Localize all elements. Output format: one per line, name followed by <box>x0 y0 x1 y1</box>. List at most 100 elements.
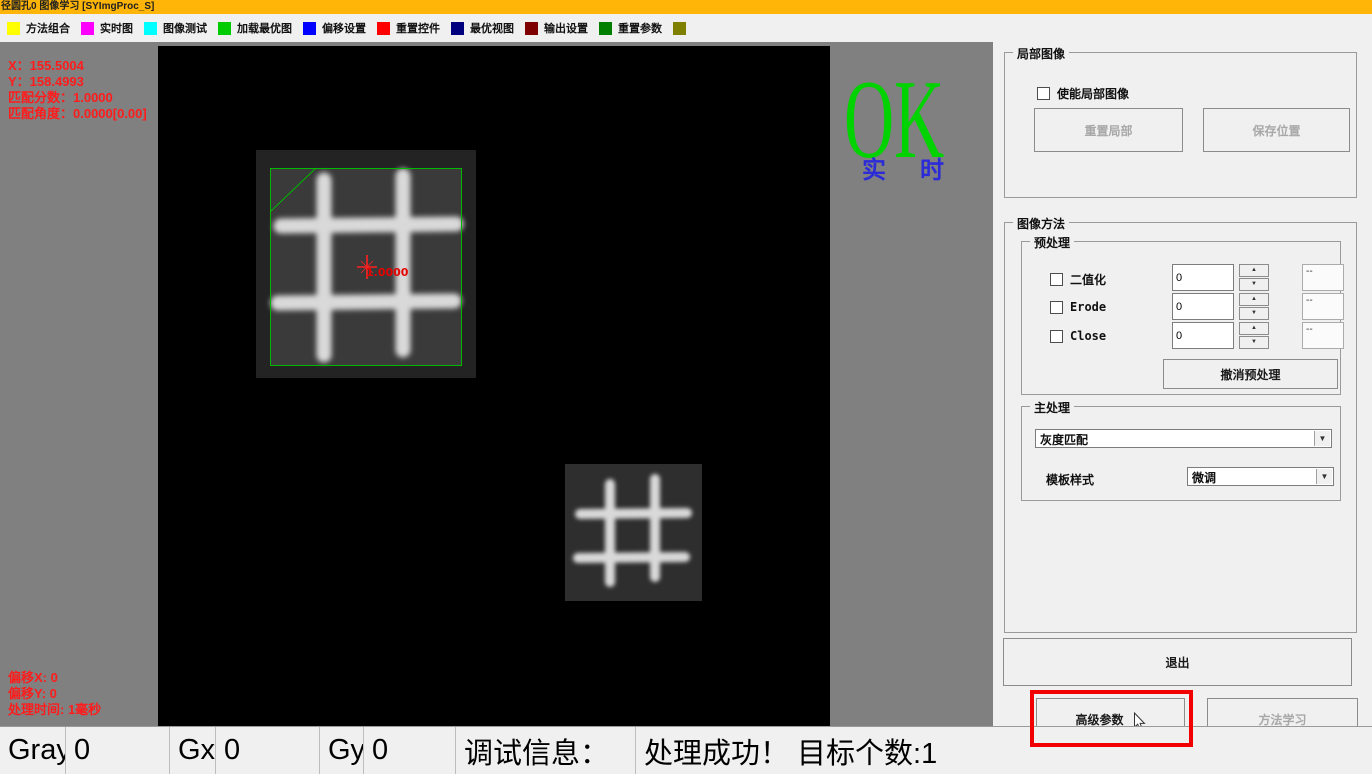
green-swatch-icon <box>218 22 231 35</box>
template-style-select[interactable]: 微调 ▼ <box>1187 467 1334 486</box>
image-canvas: 1.0000 X：155.5004 Y：158.4993 匹配分数：1.0000… <box>0 42 993 726</box>
erode-checkbox[interactable] <box>1050 301 1063 314</box>
toolbar-item-output-settings[interactable]: 输出设置 <box>525 20 588 36</box>
maroon-swatch-icon <box>525 22 538 35</box>
local-image-group-title: 局部图像 <box>1013 45 1069 62</box>
toolbar-item-image-test[interactable]: 图像测试 <box>144 20 207 36</box>
erode-spinner: ▲ ▼ <box>1239 293 1269 320</box>
cyan-swatch-icon <box>144 22 157 35</box>
save-position-button: 保存位置 <box>1203 108 1350 152</box>
hash-pattern-small <box>565 464 702 601</box>
advanced-params-button-label: 高级参数 <box>1075 711 1123 728</box>
close-spinner: ▲ ▼ <box>1239 322 1269 349</box>
template-match-region: 1.0000 <box>256 150 476 378</box>
toolbar-item-load-best-image[interactable]: 加载最优图 <box>218 20 292 36</box>
navy-swatch-icon <box>451 22 464 35</box>
spin-down-button[interactable]: ▼ <box>1239 336 1269 349</box>
match-score-label: 1.0000 <box>366 266 408 279</box>
spin-down-button[interactable]: ▼ <box>1239 278 1269 291</box>
olive-swatch-icon <box>673 22 686 35</box>
binarize-checkbox[interactable] <box>1050 273 1063 286</box>
status-debug-label: 调试信息： <box>456 727 636 774</box>
close-extra-field: -- <box>1302 322 1344 349</box>
window-title-bar: 径圆孔0 图像学习 [SYImgProc_S] <box>0 0 1372 14</box>
binarize-label: 二值化 <box>1070 271 1106 288</box>
toolbar-item-label: 加载最优图 <box>237 20 292 36</box>
blue-swatch-icon <box>303 22 316 35</box>
erode-extra-field: -- <box>1302 293 1344 320</box>
dark-green-swatch-icon <box>599 22 612 35</box>
enable-local-image-label: 使能局部图像 <box>1057 85 1129 102</box>
status-gray-value: 0 <box>66 727 170 774</box>
exit-button[interactable]: 退出 <box>1003 638 1352 686</box>
preprocess-group: 预处理 二值化 ▲ ▼ -- Erode <box>1021 241 1341 395</box>
offset-overlay: 偏移X: 0 偏移Y: 0 处理时间: 1毫秒 <box>8 670 101 718</box>
image-method-group-title: 图像方法 <box>1013 215 1069 232</box>
main-process-group-title: 主处理 <box>1030 399 1074 416</box>
camera-image-viewport[interactable]: 1.0000 <box>158 46 830 726</box>
status-gx-label: Gx <box>170 727 216 774</box>
toolbar-item-unlabeled[interactable] <box>673 22 692 35</box>
control-panel: 局部图像 使能局部图像 重置局部 保存位置 图像方法 预处理 二值化 ▲ ▼ <box>993 42 1372 726</box>
enable-local-image-checkbox[interactable] <box>1037 87 1050 100</box>
reset-local-button: 重置局部 <box>1034 108 1183 152</box>
status-gray-label: Gray <box>0 727 66 774</box>
template-style-label: 模板样式 <box>1046 471 1094 488</box>
chevron-down-icon[interactable]: ▼ <box>1314 431 1330 446</box>
status-bar: Gray 0 Gx 0 Gy 0 调试信息： 处理成功！ 目标个数:1 <box>0 726 1372 774</box>
toolbar-item-reset-params[interactable]: 重置参数 <box>599 20 662 36</box>
binarize-value-input[interactable] <box>1172 264 1234 291</box>
close-value-input[interactable] <box>1172 322 1234 349</box>
toolbar-item-label: 图像测试 <box>163 20 207 36</box>
main-method-value: 灰度匹配 <box>1040 431 1088 448</box>
match-angle-text: 匹配角度：0.0000[0.00] <box>8 106 147 122</box>
status-gy-label: Gy <box>320 727 364 774</box>
spin-down-button[interactable]: ▼ <box>1239 307 1269 320</box>
spin-up-button[interactable]: ▲ <box>1239 293 1269 306</box>
coord-x-text: X：155.5004 <box>8 58 147 74</box>
toolbar-item-label: 最优视图 <box>470 20 514 36</box>
process-time-text: 处理时间: 1毫秒 <box>8 702 101 718</box>
spin-up-button[interactable]: ▲ <box>1239 264 1269 277</box>
yellow-swatch-icon <box>7 22 20 35</box>
status-gy-value: 0 <box>364 727 456 774</box>
status-message: 处理成功！ 目标个数:1 <box>636 727 1372 774</box>
binarize-extra-field: -- <box>1302 264 1344 291</box>
realtime-mode-text: 实 时 <box>862 150 958 185</box>
offset-x-text: 偏移X: 0 <box>8 670 101 686</box>
main-process-group: 主处理 灰度匹配 ▼ 模板样式 微调 ▼ <box>1021 406 1341 501</box>
enable-local-image-checkbox-row: 使能局部图像 <box>1037 85 1129 102</box>
toolbar-item-label: 方法组合 <box>26 20 70 36</box>
offset-y-text: 偏移Y: 0 <box>8 686 101 702</box>
image-method-group: 图像方法 预处理 二值化 ▲ ▼ -- Erode <box>1004 222 1357 633</box>
local-image-group: 局部图像 使能局部图像 重置局部 保存位置 <box>1004 52 1357 198</box>
template-style-value: 微调 <box>1192 469 1216 486</box>
toolbar-item-live-image[interactable]: 实时图 <box>81 20 133 36</box>
close-checkbox[interactable] <box>1050 330 1063 343</box>
status-gx-value: 0 <box>216 727 320 774</box>
main-method-select[interactable]: 灰度匹配 ▼ <box>1035 429 1332 448</box>
match-result-overlay: X：155.5004 Y：158.4993 匹配分数：1.0000 匹配角度：0… <box>8 58 147 122</box>
toolbar-item-label: 实时图 <box>100 20 133 36</box>
toolbar-item-label: 输出设置 <box>544 20 588 36</box>
toolbar-item-label: 偏移设置 <box>322 20 366 36</box>
chevron-down-icon[interactable]: ▼ <box>1316 469 1332 484</box>
target-pattern <box>565 464 702 601</box>
close-row: Close ▲ ▼ -- <box>1022 322 1342 350</box>
toolbar: 方法组合 实时图 图像测试 加载最优图 偏移设置 重置控件 最优视图 输出设置 … <box>0 14 1372 42</box>
selection-corner-mark <box>256 150 336 230</box>
red-swatch-icon <box>377 22 390 35</box>
erode-row: Erode ▲ ▼ -- <box>1022 293 1342 321</box>
toolbar-item-offset-settings[interactable]: 偏移设置 <box>303 20 366 36</box>
toolbar-item-reset-controls[interactable]: 重置控件 <box>377 20 440 36</box>
erode-value-input[interactable] <box>1172 293 1234 320</box>
close-label: Close <box>1070 329 1106 343</box>
toolbar-item-method-combo[interactable]: 方法组合 <box>7 20 70 36</box>
spin-up-button[interactable]: ▲ <box>1239 322 1269 335</box>
binarize-row: 二值化 ▲ ▼ -- <box>1022 264 1342 292</box>
toolbar-item-best-view[interactable]: 最优视图 <box>451 20 514 36</box>
erode-label: Erode <box>1070 300 1106 314</box>
undo-preprocess-button[interactable]: 撤消预处理 <box>1163 359 1338 389</box>
toolbar-item-label: 重置参数 <box>618 20 662 36</box>
magenta-swatch-icon <box>81 22 94 35</box>
